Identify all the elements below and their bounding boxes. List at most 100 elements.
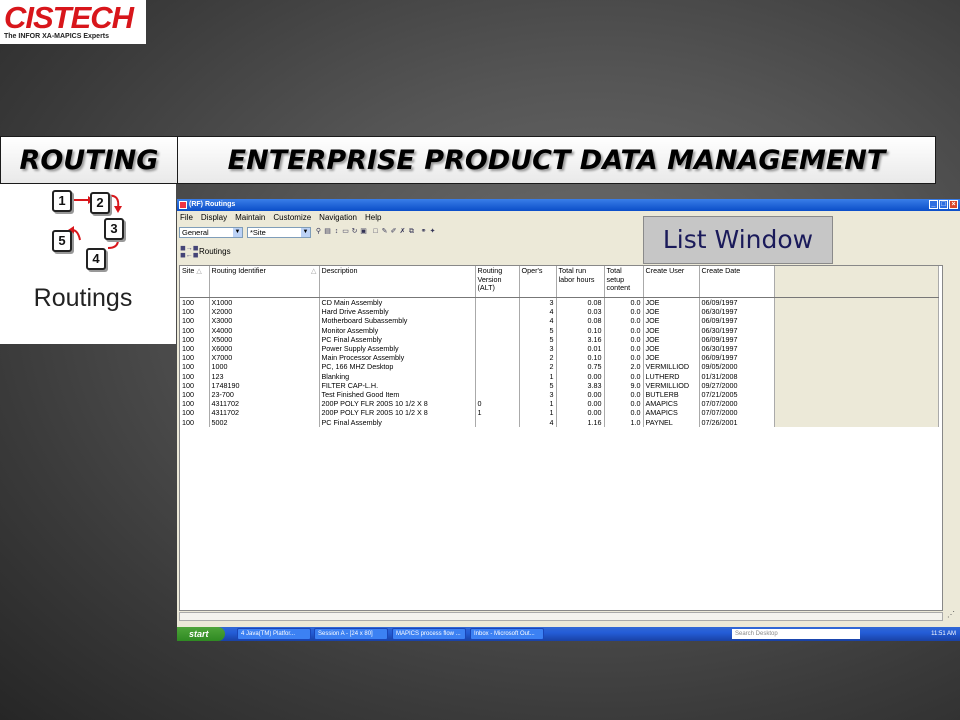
table-cell: JOE <box>643 307 700 317</box>
refresh-icon[interactable]: ↻ <box>351 228 358 236</box>
menu-file[interactable]: File <box>180 212 193 223</box>
table-cell: 06/30/1997 <box>699 307 775 317</box>
col-header-site[interactable]: Site △ <box>180 266 210 298</box>
table-cell: 100 <box>180 362 210 372</box>
table-cell <box>475 417 520 427</box>
table-row[interactable]: 100 X1000 CD Main Assembly 3 0.08 0.0 JOE 06/09… <box>180 297 939 308</box>
col-header-create-date[interactable]: Create Date <box>699 266 775 298</box>
table-cell: 07/21/2005 <box>699 389 775 400</box>
table-cell <box>475 307 520 317</box>
taskbar-item-session[interactable]: Session A - [24 x 80] <box>314 628 388 640</box>
table-cell <box>475 297 520 308</box>
table-cell: 07/07/2000 <box>699 408 775 418</box>
table-cell: 123 <box>209 371 320 381</box>
table-row[interactable]: 100 X3000 Motherboard Subassembly 4 0.08 0.0 J… <box>180 316 939 326</box>
table-cell: 0.0 <box>604 334 644 344</box>
table-cell: Blanking <box>319 371 476 381</box>
table-cell: Main Processor Assembly <box>319 353 476 363</box>
copy-icon[interactable]: ⧉ <box>408 228 415 236</box>
taskbar-item-java[interactable]: 4 Java(TM) Platfor... <box>237 628 311 640</box>
table-row[interactable]: 100 5002 PC Final Assembly 4 1.16 1.0 PAYNEL 07… <box>180 417 939 427</box>
delete-icon[interactable]: ✗ <box>399 228 406 236</box>
task-label: Session A - [24 x 80] <box>318 631 373 637</box>
table-cell: JOE <box>643 343 700 354</box>
close-icon[interactable]: × <box>949 200 958 209</box>
window-title-bar[interactable]: (RF) Routings _ □ × <box>177 199 960 211</box>
col-header-opers[interactable]: Oper's <box>519 266 557 298</box>
edit-icon[interactable]: ✎ <box>381 228 388 236</box>
menu-customize[interactable]: Customize <box>273 212 311 223</box>
col-label: Total run labor hours <box>558 266 595 284</box>
col-header-filler <box>774 266 939 298</box>
start-button[interactable]: start <box>177 627 225 641</box>
note-icon[interactable]: ▭ <box>342 228 349 236</box>
taskbar-item-inbox[interactable]: Inbox - Microsoft Out... <box>470 628 544 640</box>
table-cell: JOE <box>643 334 700 344</box>
sort-icon[interactable]: ↕ <box>333 228 340 236</box>
start-label: start <box>189 629 209 639</box>
table-cell: 0.0 <box>604 389 644 400</box>
step-2-box: 2 <box>90 192 110 214</box>
breadcrumb-label: Routings <box>199 247 231 256</box>
table-cell: 100 <box>180 307 210 317</box>
table-row[interactable]: 100 23-700 Test Finished Good Item 3 0.00 0.0… <box>180 389 939 400</box>
desktop-search-input[interactable]: Search Desktop <box>732 629 860 639</box>
table-row[interactable]: 100 1000 PC, 166 MHZ Desktop 2 0.75 2.0 VERMIL… <box>180 362 939 372</box>
table-cell: VERMILLIOD <box>643 380 700 390</box>
table-row[interactable]: 100 X5000 PC Final Assembly 5 3.16 0.0 JOE 06/0… <box>180 334 939 344</box>
col-header-routing-version[interactable]: Routing Version (ALT) <box>475 266 520 298</box>
table-row[interactable]: 100 123 Blanking 1 0.00 0.0 LUTHERD 01/31/2008 <box>180 371 939 381</box>
col-header-run-labor[interactable]: Total run labor hours <box>556 266 605 298</box>
pencil-icon[interactable]: ✐ <box>390 228 397 236</box>
table-cell <box>475 389 520 400</box>
view-select[interactable]: General ▼ <box>179 227 243 238</box>
table-cell: 06/09/1997 <box>699 297 775 308</box>
col-header-setup[interactable]: Total setup content <box>604 266 644 298</box>
step-5-box: 5 <box>52 230 72 252</box>
table-row[interactable]: 100 4311702 200P POLY FLR 200S 10 1/2 X 80… <box>180 399 939 409</box>
star-icon[interactable]: ✦ <box>429 228 436 236</box>
table-cell: Monitor Assembly <box>319 325 476 335</box>
site-select-value: *Site <box>250 228 266 237</box>
table-row[interactable]: 100 1748190 FILTER CAP-L.H. 5 3.83 9.0 VERMILL… <box>180 380 939 390</box>
table-cell: 200P POLY FLR 200S 10 1/2 X 8 <box>319 408 476 418</box>
menu-navigation[interactable]: Navigation <box>319 212 357 223</box>
menu-help[interactable]: Help <box>365 212 381 223</box>
search-placeholder: Search Desktop <box>735 631 778 637</box>
table-cell: JOE <box>643 316 700 326</box>
link-icon[interactable]: ⚭ <box>420 228 427 236</box>
col-label: Oper's <box>521 266 543 275</box>
col-header-description[interactable]: Description <box>319 266 476 298</box>
table-row[interactable]: 100 4311702 200P POLY FLR 200S 10 1/2 X 81… <box>180 408 939 418</box>
table-cell: 3.16 <box>556 334 605 344</box>
menu-display[interactable]: Display <box>201 212 227 223</box>
new-icon[interactable]: □ <box>372 228 379 236</box>
filter-icon[interactable]: ▤ <box>324 228 331 236</box>
menu-maintain[interactable]: Maintain <box>235 212 265 223</box>
table-cell: 07/26/2001 <box>699 417 775 427</box>
site-select[interactable]: *Site ▼ <box>247 227 311 238</box>
table-cell: 4311702 <box>209 408 320 418</box>
routings-app-window: (RF) Routings _ □ × File Display Maintai… <box>177 199 960 641</box>
col-header-create-user[interactable]: Create User <box>643 266 700 298</box>
table-row[interactable]: 100 X7000 Main Processor Assembly 2 0.10 0.0 J… <box>180 353 939 363</box>
table-cell: 0.00 <box>556 389 605 400</box>
minimize-icon[interactable]: _ <box>929 200 938 209</box>
taskbar-item-mapics[interactable]: MAPICS process flow ... <box>392 628 466 640</box>
col-label: Create Date <box>701 266 741 275</box>
table-row[interactable]: 100 X4000 Monitor Assembly 5 0.10 0.0 JOE 06/30… <box>180 325 939 335</box>
table-row[interactable]: 100 X2000 Hard Drive Assembly 4 0.03 0.0 JOE 06… <box>180 307 939 317</box>
table-cell: 100 <box>180 325 210 335</box>
filler-cell <box>774 343 939 354</box>
table-row[interactable]: 100 X6000 Power Supply Assembly 3 0.01 0.0 JOE… <box>180 343 939 354</box>
binoculars-icon[interactable]: ⚲ <box>315 228 322 236</box>
col-header-routing-identifier[interactable]: Routing Identifier △ <box>209 266 320 298</box>
table-cell: 1000 <box>209 362 320 372</box>
routings-table: Site △ Routing Identifier △ Description … <box>180 266 939 427</box>
table-cell <box>475 343 520 354</box>
horizontal-scrollbar[interactable] <box>179 612 943 621</box>
table-cell: 1 <box>475 408 520 418</box>
print-icon[interactable]: ▣ <box>360 228 367 236</box>
table-cell: 3.83 <box>556 380 605 390</box>
maximize-icon[interactable]: □ <box>939 200 948 209</box>
